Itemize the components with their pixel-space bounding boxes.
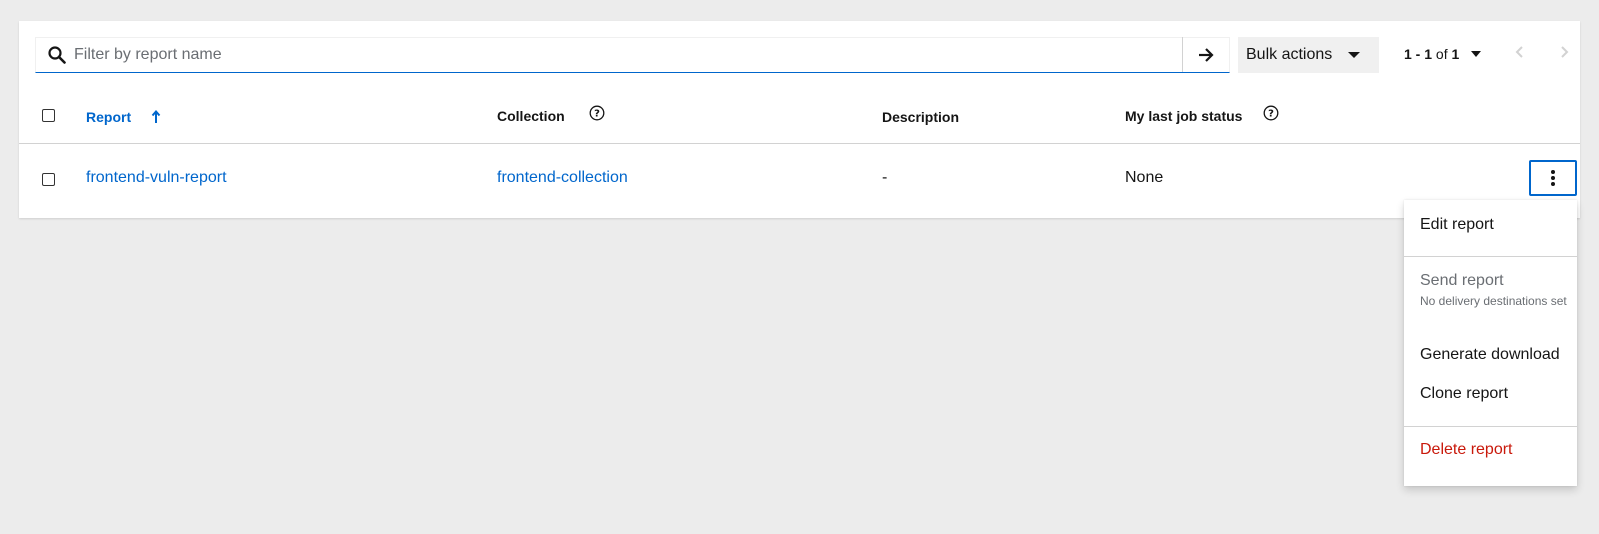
column-label-report: Report	[86, 109, 132, 125]
search-input[interactable]	[72, 38, 1182, 72]
last-job-status-value: None	[1125, 169, 1164, 186]
menu-item-send-report: Send report	[1420, 272, 1504, 289]
select-all-checkbox[interactable]	[42, 109, 55, 122]
svg-text:?: ?	[594, 109, 600, 120]
column-header-collection: Collection	[497, 108, 565, 124]
pagination-total: 1	[1451, 46, 1460, 62]
bulk-actions-label: Bulk actions	[1246, 46, 1333, 63]
column-header-report[interactable]: Report	[86, 109, 161, 125]
sort-ascending-icon	[151, 109, 161, 123]
table-header: Report Collection ? Description My last …	[19, 91, 1580, 144]
row-select-checkbox[interactable]	[42, 173, 55, 186]
row-actions-kebab-button[interactable]	[1529, 160, 1577, 196]
description-value: -	[882, 169, 888, 186]
question-circle-icon[interactable]: ?	[1263, 105, 1279, 126]
report-name-link[interactable]: frontend-vuln-report	[86, 169, 227, 187]
collection-link[interactable]: frontend-collection	[497, 169, 628, 187]
next-page-button[interactable]	[1561, 45, 1569, 63]
menu-item-clone-report[interactable]: Clone report	[1420, 385, 1508, 403]
caret-down-icon	[1348, 46, 1361, 64]
menu-item-delete-report[interactable]: Delete report	[1420, 441, 1513, 459]
menu-divider	[1404, 426, 1577, 427]
search-icon	[36, 46, 72, 64]
menu-item-send-report-description: No delivery destinations set	[1420, 294, 1567, 308]
caret-down-icon	[1471, 51, 1481, 57]
question-circle-icon[interactable]: ?	[589, 105, 605, 126]
arrow-right-icon	[1199, 47, 1214, 62]
previous-page-button[interactable]	[1515, 45, 1523, 63]
row-actions-menu: Edit report Send report No delivery dest…	[1404, 200, 1577, 486]
bulk-actions-dropdown[interactable]: Bulk actions	[1238, 37, 1379, 73]
search-submit-button[interactable]	[1182, 37, 1230, 72]
pagination-range: 1 - 1	[1404, 46, 1433, 62]
kebab-icon	[1551, 170, 1555, 186]
column-header-last-job-status: My last job status	[1125, 108, 1243, 124]
menu-item-edit-report[interactable]: Edit report	[1420, 216, 1494, 234]
column-header-description: Description	[882, 109, 960, 125]
svg-text:?: ?	[1268, 109, 1274, 120]
search-field	[35, 37, 1230, 73]
pagination-menu-toggle[interactable]	[1471, 45, 1481, 63]
angle-right-icon	[1561, 46, 1569, 58]
pagination-summary: 1 - 1 of 1	[1404, 46, 1459, 62]
pagination-of: of	[1435, 46, 1448, 62]
menu-divider	[1404, 256, 1577, 257]
angle-left-icon	[1515, 46, 1523, 58]
table-row: frontend-vuln-report frontend-collection…	[19, 144, 1580, 218]
menu-item-generate-download[interactable]: Generate download	[1420, 346, 1560, 364]
reports-panel: Bulk actions 1 - 1 of 1 Report Collectio…	[19, 21, 1580, 218]
